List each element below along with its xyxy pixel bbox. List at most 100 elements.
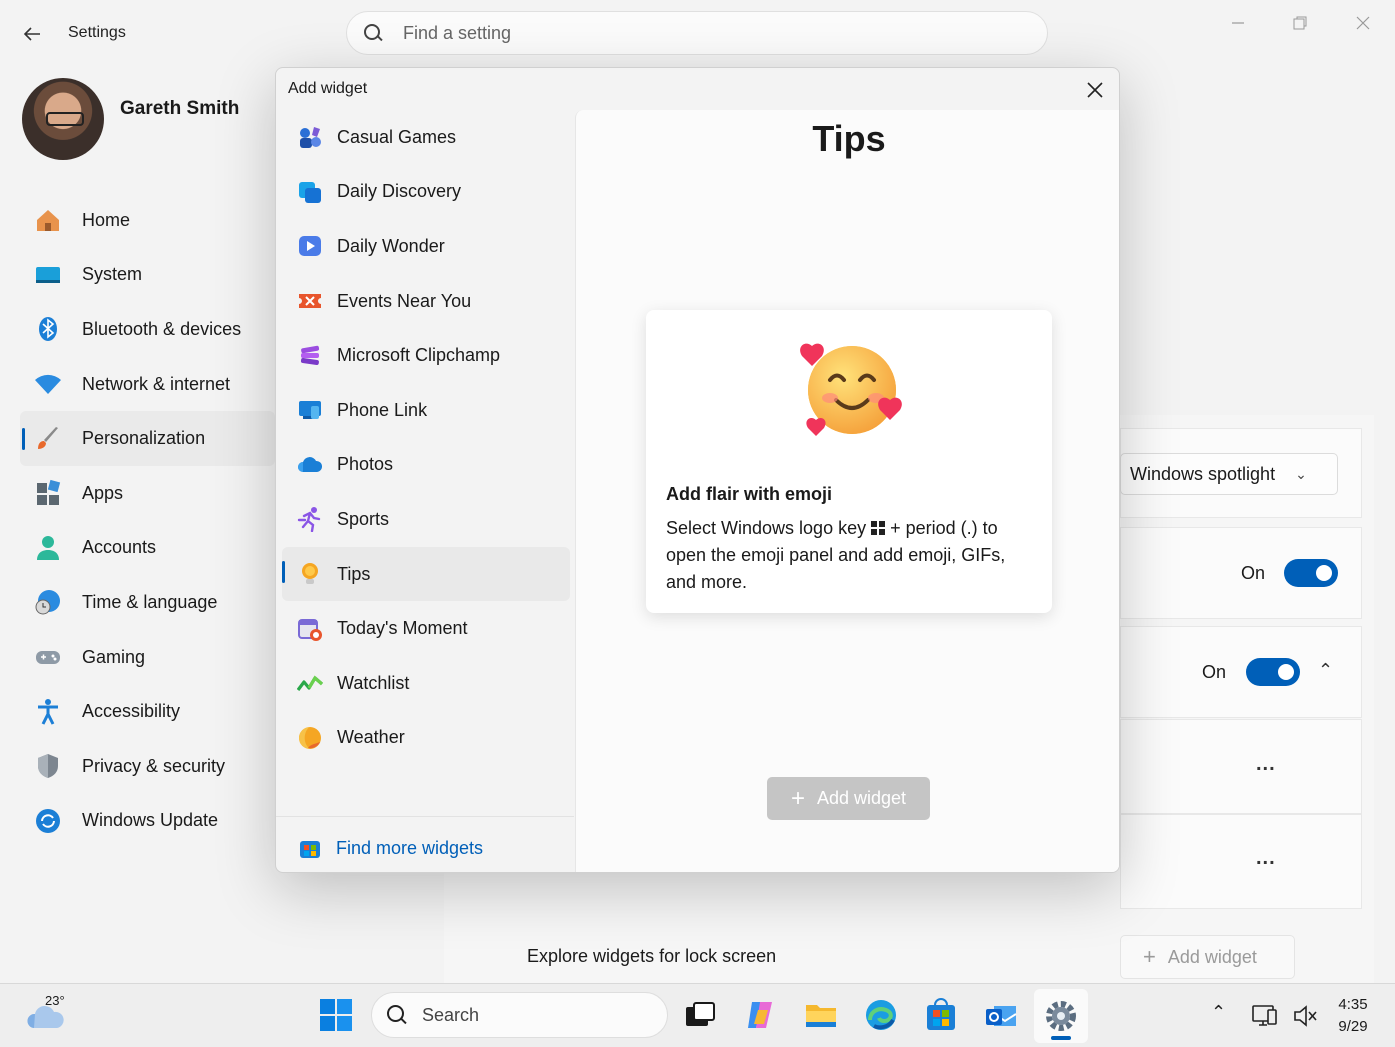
plus-icon: + xyxy=(790,784,805,812)
outlook-icon[interactable] xyxy=(984,998,1018,1032)
sidebar-item-label: Accessibility xyxy=(82,701,181,722)
widget-item-daily-discovery[interactable]: Daily Discovery xyxy=(282,165,570,220)
sidebar-item-gaming[interactable]: Gaming xyxy=(20,630,275,685)
sidebar-item-accessibility[interactable]: Accessibility xyxy=(20,684,275,739)
add-widget-dialog: Add widget Casual Games Daily Discovery … xyxy=(275,67,1120,873)
gear-icon xyxy=(1046,1001,1076,1031)
app-title: Settings xyxy=(68,24,126,41)
back-button[interactable] xyxy=(18,20,46,48)
sidebar-item-home[interactable]: Home xyxy=(20,193,275,248)
user-name: Gareth Smith xyxy=(120,98,240,119)
widget-item-casual-games[interactable]: Casual Games xyxy=(282,110,570,165)
gamepad-icon xyxy=(36,651,60,665)
sidebar-item-accounts[interactable]: Accounts xyxy=(20,521,275,576)
widget-item-photos[interactable]: Photos xyxy=(282,438,570,493)
system-icon xyxy=(36,266,60,283)
tip-card: Add flair with emoji Select Windows logo… xyxy=(646,310,1052,613)
widget-item-label: Daily Discovery xyxy=(337,181,462,202)
taskbar: 23° Search ⌃ 4:35 9/29 xyxy=(0,983,1395,1047)
widget-item-todays-moment[interactable]: Today's Moment xyxy=(282,601,570,656)
background-type-dropdown[interactable]: Windows spotlight ⌄ xyxy=(1120,453,1338,495)
tip-heading: Add flair with emoji xyxy=(666,484,833,504)
weather-icon xyxy=(299,726,321,749)
sidebar-item-label: Bluetooth & devices xyxy=(82,318,242,339)
chevron-up-icon[interactable]: ⌃ xyxy=(1318,660,1333,681)
widget-item-daily-wonder[interactable]: Daily Wonder xyxy=(282,219,570,274)
volume-muted-icon[interactable] xyxy=(1292,1002,1320,1030)
store-icon xyxy=(300,841,320,858)
taskbar-search[interactable]: Search xyxy=(371,992,668,1038)
start-icon[interactable] xyxy=(319,998,353,1032)
lock-screen-add-widget-button[interactable]: + Add widget xyxy=(1120,935,1295,979)
widget-item-phone-link[interactable]: Phone Link xyxy=(282,383,570,438)
explore-widgets-label: Explore widgets for lock screen xyxy=(527,946,777,966)
more-options-button-2[interactable]: ... xyxy=(1256,847,1276,870)
smiling-face-with-hearts-icon xyxy=(800,343,902,436)
edge-icon[interactable] xyxy=(864,998,898,1032)
sidebar-item-personalization[interactable]: Personalization xyxy=(20,411,275,466)
widget-item-events[interactable]: Events Near You xyxy=(282,274,570,329)
more-options-button-1[interactable]: ... xyxy=(1256,753,1276,776)
casual-games-icon xyxy=(300,127,321,149)
toggle-1-state: On xyxy=(1241,563,1266,583)
network-icon[interactable] xyxy=(1250,1002,1278,1030)
clock-time: 4:35 xyxy=(1338,996,1368,1013)
globe-clock-icon xyxy=(35,590,60,615)
microsoft-store-icon[interactable] xyxy=(924,998,958,1032)
toggle-2[interactable] xyxy=(1246,658,1300,686)
taskbar-search-label: Search xyxy=(422,1004,480,1025)
sidebar-item-time-language[interactable]: Time & language xyxy=(20,575,275,630)
sidebar-item-label: System xyxy=(82,264,143,285)
plus-icon: + xyxy=(1143,944,1156,969)
widget-item-label: Today's Moment xyxy=(337,618,468,639)
restore-button[interactable] xyxy=(1280,10,1320,36)
sidebar-item-label: Time & language xyxy=(82,591,218,612)
widget-item-sports[interactable]: Sports xyxy=(282,492,570,547)
close-icon xyxy=(1087,82,1103,98)
widget-item-clipchamp[interactable]: Microsoft Clipchamp xyxy=(282,328,570,383)
tray-overflow-chevron-icon[interactable]: ⌃ xyxy=(1211,1002,1226,1023)
wifi-icon xyxy=(35,374,61,395)
sidebar-item-privacy[interactable]: Privacy & security xyxy=(20,739,275,794)
widget-item-watchlist[interactable]: Watchlist xyxy=(282,656,570,711)
find-more-label: Find more widgets xyxy=(336,837,484,858)
dialog-close-button[interactable] xyxy=(1081,76,1109,104)
restore-icon xyxy=(1293,16,1307,30)
toggle-1[interactable] xyxy=(1284,559,1338,587)
search-input[interactable] xyxy=(403,22,1003,44)
widget-item-label: Photos xyxy=(337,454,394,475)
settings-taskbar-button[interactable] xyxy=(1034,989,1088,1043)
widget-item-label: Microsoft Clipchamp xyxy=(337,345,501,366)
find-more-widgets-link[interactable]: Find more widgets xyxy=(298,836,483,860)
sidebar-item-system[interactable]: System xyxy=(20,248,275,303)
clock-date: 9/29 xyxy=(1338,1018,1368,1035)
settings-search[interactable] xyxy=(346,11,1048,55)
widget-item-weather[interactable]: Weather xyxy=(282,711,570,766)
sidebar-item-bluetooth[interactable]: Bluetooth & devices xyxy=(20,302,275,357)
sidebar-item-label: Windows Update xyxy=(82,810,219,831)
minimize-button[interactable] xyxy=(1218,10,1258,36)
dialog-title: Add widget xyxy=(288,80,368,97)
sidebar-item-label: Gaming xyxy=(82,646,146,667)
minimize-icon xyxy=(1232,22,1244,24)
sidebar-item-apps[interactable]: Apps xyxy=(20,466,275,521)
add-widget-button-label: Add widget xyxy=(816,788,907,808)
tips-icon xyxy=(302,563,318,585)
sidebar-item-network[interactable]: Network & internet xyxy=(20,357,275,412)
sidebar-item-windows-update[interactable]: Windows Update xyxy=(20,794,275,849)
accessibility-icon xyxy=(38,698,58,725)
divider xyxy=(276,816,574,817)
clock[interactable]: 4:35 9/29 xyxy=(1330,994,1376,1038)
clipchamp-icon xyxy=(300,345,320,365)
shield-icon xyxy=(38,754,58,779)
file-explorer-icon[interactable] xyxy=(804,998,838,1032)
sidebar-item-label: Home xyxy=(82,209,131,230)
copilot-icon[interactable] xyxy=(744,998,778,1032)
task-view-icon[interactable] xyxy=(683,998,717,1032)
widget-item-tips[interactable]: Tips xyxy=(282,546,570,602)
daily-wonder-icon xyxy=(299,236,321,257)
avatar[interactable] xyxy=(22,78,104,160)
add-widget-button[interactable]: + Add widget xyxy=(767,777,930,820)
person-icon xyxy=(37,535,59,560)
close-window-button[interactable] xyxy=(1343,10,1383,36)
